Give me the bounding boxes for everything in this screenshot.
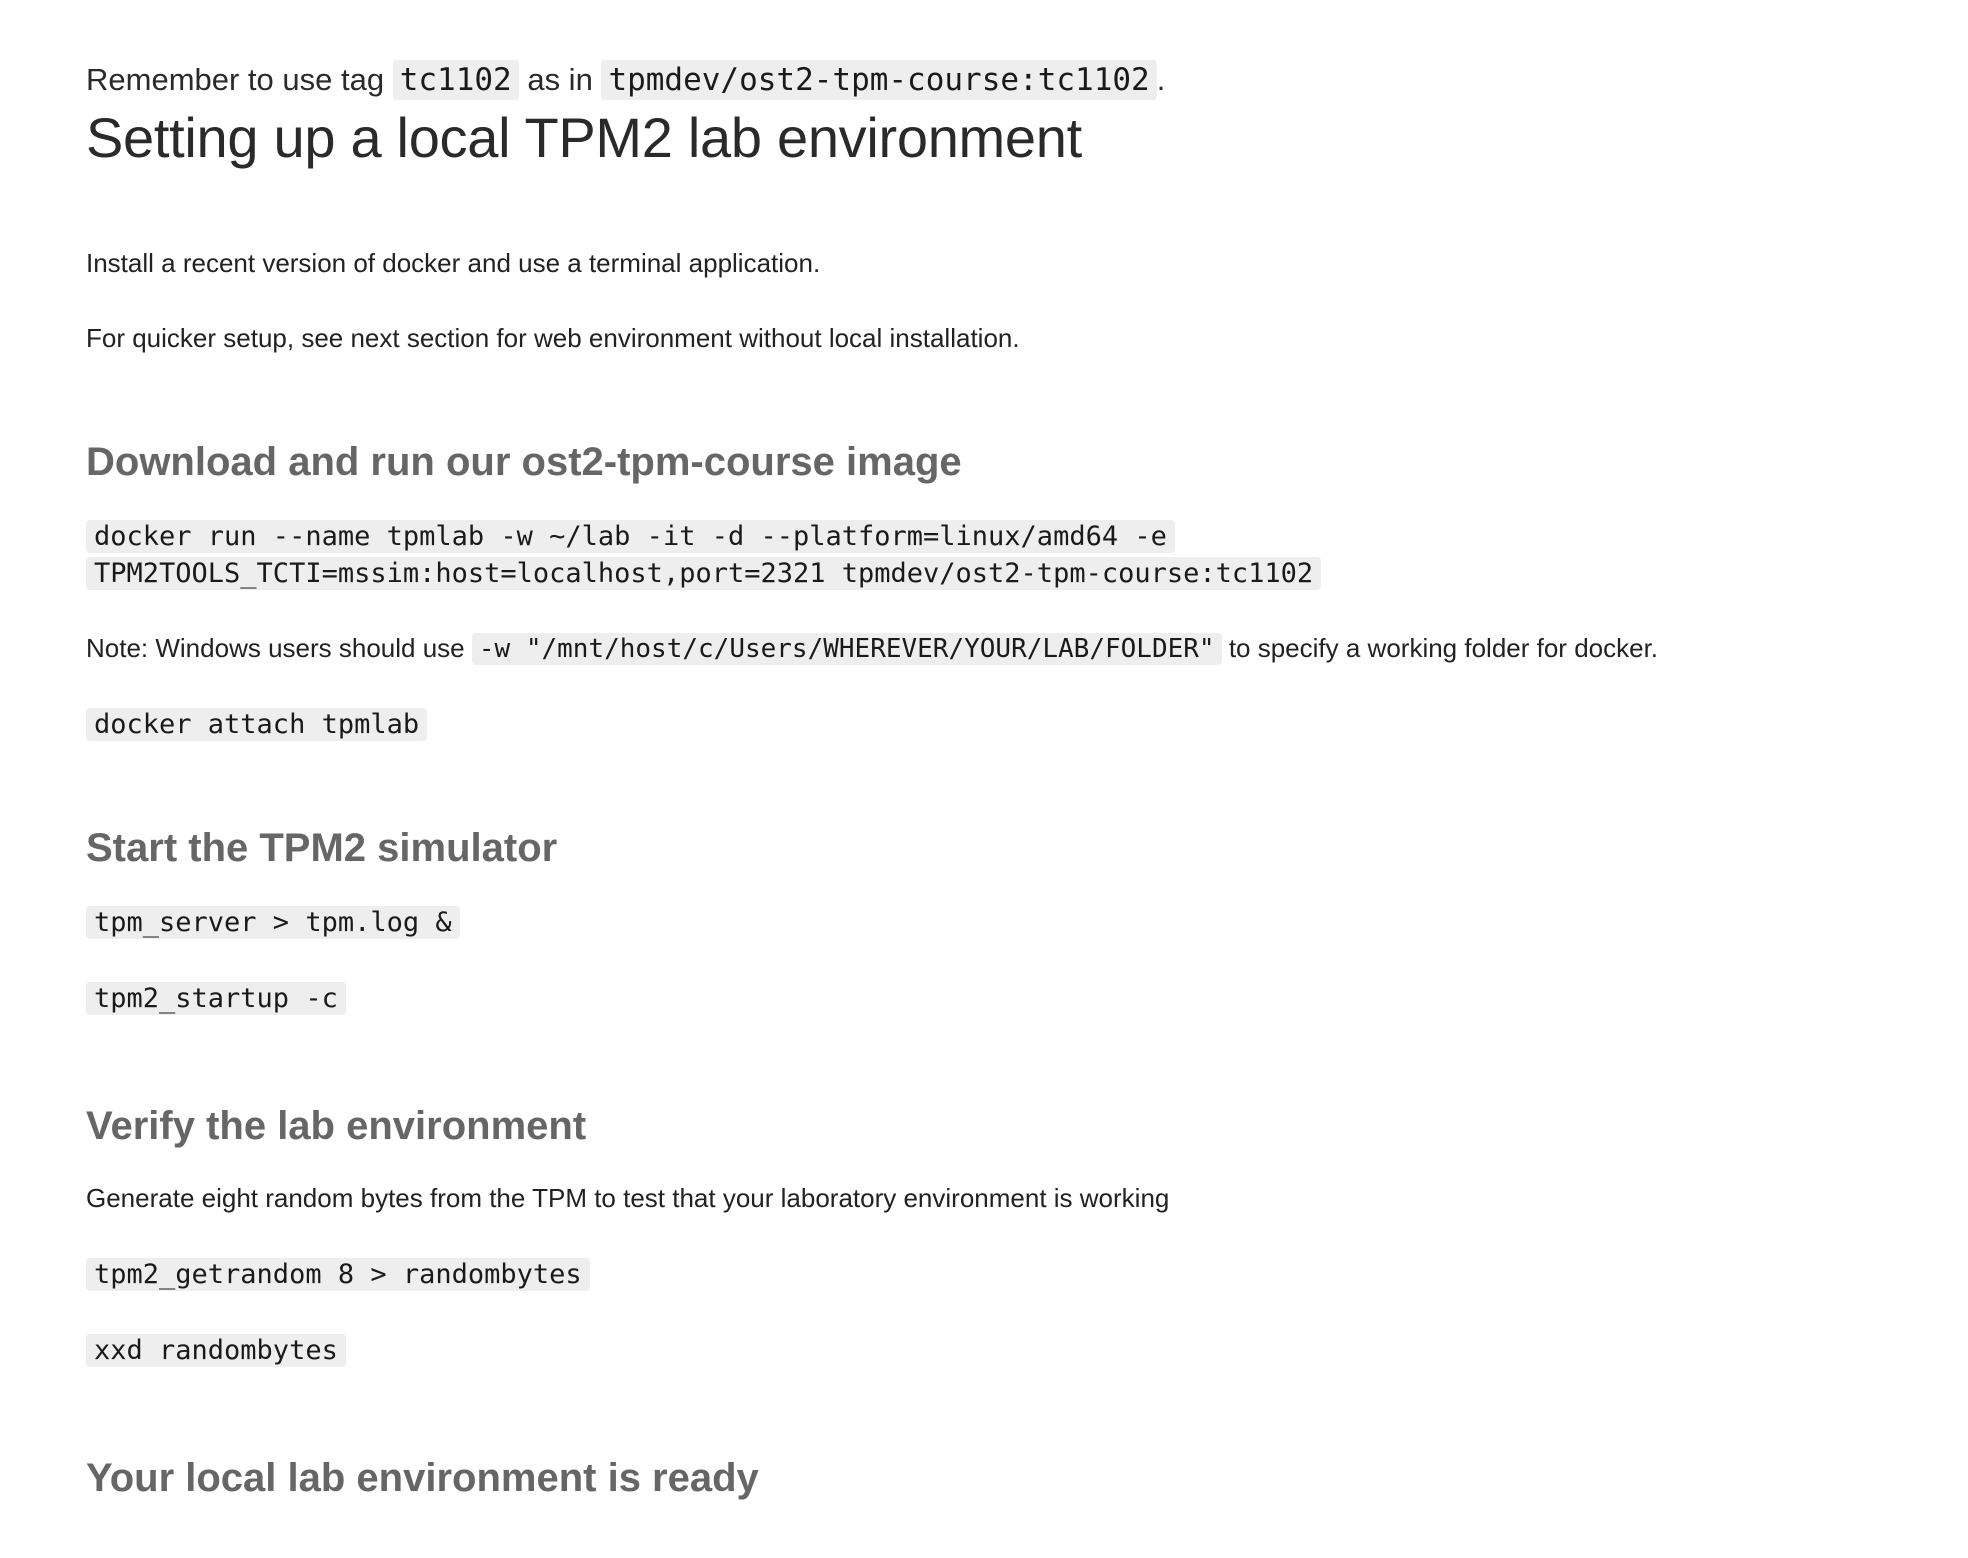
simulator-heading: Start the TPM2 simulator [86, 826, 558, 870]
quicker-setup-paragraph: For quicker setup, see next section for … [86, 323, 1020, 353]
image-ref-code: tpmdev/ost2-tpm-course:tc1102 [601, 60, 1157, 100]
xxd-block: xxd randombytes [86, 1332, 1876, 1369]
verify-description: Generate eight random bytes from the TPM… [86, 1183, 1170, 1213]
docker-attach-command: docker attach tpmlab [86, 708, 428, 741]
docker-run-block: docker run --name tpmlab -w ~/lab -it -d… [86, 518, 1876, 592]
tpm-server-block: tpm_server > tpm.log & [86, 904, 1876, 941]
tag-reminder-suffix: . [1156, 62, 1166, 97]
download-heading: Download and run our ost2-tpm-course ima… [86, 440, 962, 484]
windows-note-suffix: to specify a working folder for docker. [1228, 633, 1659, 663]
windows-workdir-code: -w "/mnt/host/c/Users/WHEREVER/YOUR/LAB/… [471, 633, 1222, 665]
verify-heading: Verify the lab environment [86, 1104, 587, 1148]
getrandom-block: tpm2_getrandom 8 > randombytes [86, 1256, 1876, 1293]
tag-code: tc1102 [392, 60, 519, 100]
tag-reminder-middle: as in [527, 62, 593, 97]
docker-attach-block: docker attach tpmlab [86, 706, 1876, 743]
page-title: Setting up a local TPM2 lab environment [86, 106, 1082, 169]
tpm-startup-block: tpm2_startup -c [86, 980, 1876, 1017]
tag-reminder: Remember to use tag tc1102 as in tpmdev/… [86, 56, 1165, 104]
install-paragraph: Install a recent version of docker and u… [86, 248, 821, 278]
windows-note: Note: Windows users should use -w "/mnt/… [86, 628, 1658, 669]
tpm-server-command: tpm_server > tpm.log & [86, 906, 460, 939]
tpm-startup-command: tpm2_startup -c [86, 982, 346, 1015]
getrandom-command: tpm2_getrandom 8 > randombytes [86, 1258, 590, 1291]
xxd-command: xxd randombytes [86, 1334, 346, 1367]
ready-heading: Your local lab environment is ready [86, 1456, 759, 1500]
tag-reminder-prefix: Remember to use tag [86, 62, 385, 97]
docker-run-command: docker run --name tpmlab -w ~/lab -it -d… [86, 520, 1322, 590]
windows-note-prefix: Note: Windows users should use [86, 633, 465, 663]
